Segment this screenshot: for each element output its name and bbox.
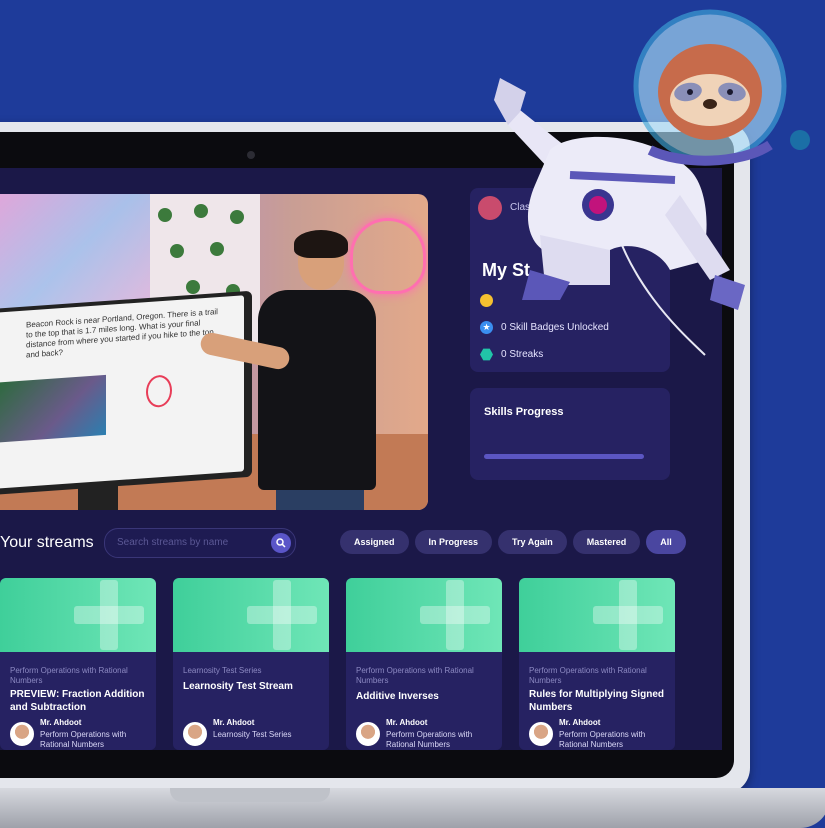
plant [230, 210, 244, 224]
plus-icon-bar [74, 606, 144, 624]
plus-icon-bar [247, 606, 317, 624]
card-subtitle: Learnosity Test Series [213, 730, 292, 739]
stream-filters: Assigned In Progress Try Again Mastered … [340, 530, 686, 554]
card-author: Mr. Ahdoot [40, 718, 82, 727]
card-thumbnail [346, 578, 502, 652]
card-title: Additive Inverses [356, 691, 439, 702]
avatar [529, 722, 553, 746]
sloth-astronaut-illustration [494, 9, 810, 356]
card-author: Mr. Ahdoot [386, 718, 428, 727]
card-category: Perform Operations with Rational Numbers [10, 666, 128, 685]
search-button[interactable] [271, 533, 291, 553]
plus-icon-bar [593, 606, 663, 624]
search-icon [276, 538, 286, 548]
board-question: Beacon Rock is near Portland, Oregon. Th… [26, 307, 218, 360]
card-author: Mr. Ahdoot [213, 718, 255, 727]
stream-card[interactable]: Learnosity Test Series Learnosity Test S… [173, 578, 329, 750]
avatar [356, 722, 380, 746]
search-streams-input[interactable]: Search streams by name [104, 528, 296, 558]
filter-in-progress[interactable]: In Progress [414, 530, 493, 554]
skills-progress-bar [484, 454, 644, 459]
card-title: Rules for Multiplying Signed Numbers [529, 689, 664, 713]
filter-try-again[interactable]: Try Again [498, 530, 567, 554]
card-category: Perform Operations with Rational Numbers [356, 666, 474, 685]
filter-all[interactable]: All [646, 530, 686, 554]
card-subtitle: Perform Operations with Rational Numbers [559, 730, 646, 749]
neon-brain-sign [350, 218, 426, 294]
card-title: Learnosity Test Stream [183, 681, 293, 692]
card-author: Mr. Ahdoot [559, 718, 601, 727]
teacher-body [258, 290, 376, 490]
plant [158, 208, 172, 222]
skills-progress-card: Skills Progress [470, 388, 670, 480]
laptop-notch [170, 788, 330, 802]
lesson-video[interactable]: Beacon Rock is near Portland, Oregon. Th… [0, 194, 428, 510]
search-placeholder: Search streams by name [117, 537, 229, 548]
card-thumbnail [0, 578, 156, 652]
board-drawn-circle [146, 374, 172, 409]
smartboard-screen: Beacon Rock is near Portland, Oregon. Th… [0, 295, 244, 489]
board-stand [78, 486, 118, 510]
plant [186, 280, 200, 294]
webcam-dot [247, 151, 255, 159]
filter-assigned[interactable]: Assigned [340, 530, 409, 554]
board-photo [0, 374, 106, 443]
plus-icon-bar [420, 606, 490, 624]
stream-card[interactable]: Perform Operations with Rational Numbers… [519, 578, 675, 750]
laptop-base [0, 788, 825, 828]
teacher-hair [294, 230, 348, 258]
card-title: PREVIEW: Fraction Addition and Subtracti… [10, 689, 145, 713]
stream-card[interactable]: Perform Operations with Rational Numbers… [0, 578, 156, 750]
plant [210, 242, 224, 256]
card-category: Perform Operations with Rational Numbers [529, 666, 647, 685]
card-thumbnail [173, 578, 329, 652]
skills-title: Skills Progress [484, 406, 564, 418]
smartboard: Beacon Rock is near Portland, Oregon. Th… [0, 290, 252, 496]
filter-mastered[interactable]: Mastered [572, 530, 641, 554]
card-subtitle: Perform Operations with Rational Numbers [386, 730, 473, 749]
avatar [10, 722, 34, 746]
plant [194, 204, 208, 218]
avatar [183, 722, 207, 746]
card-thumbnail [519, 578, 675, 652]
plant [170, 244, 184, 258]
card-subtitle: Perform Operations with Rational Numbers [40, 730, 127, 749]
card-category: Learnosity Test Series [183, 666, 262, 675]
streams-heading: Your streams [0, 534, 94, 551]
stream-card[interactable]: Perform Operations with Rational Numbers… [346, 578, 502, 750]
